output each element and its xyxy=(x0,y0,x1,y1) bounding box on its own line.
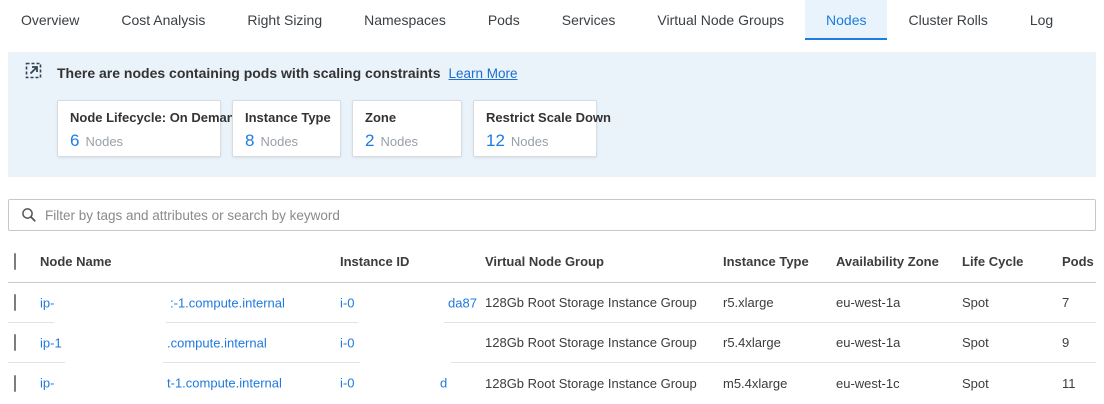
card-node-count: 2 xyxy=(365,131,374,151)
card-restrict-scale-down[interactable]: Restrict Scale Down 12 Nodes xyxy=(473,100,597,157)
nodes-table: Node Name Instance ID Virtual Node Group… xyxy=(8,240,1096,403)
virtual-node-group-cell: 128Gb Root Storage Instance Group xyxy=(485,376,723,391)
card-unit-label: Nodes xyxy=(85,134,123,149)
search-icon xyxy=(21,207,37,223)
redaction-box xyxy=(358,287,444,325)
life-cycle-cell: Spot xyxy=(962,335,1062,350)
column-header-pods: Pods xyxy=(1062,254,1096,269)
virtual-node-group-cell: 128Gb Root Storage Instance Group xyxy=(485,335,723,350)
tab-overview[interactable]: Overview xyxy=(0,0,100,40)
node-name-cell: ip- :-1.compute.internal xyxy=(40,283,340,322)
node-name-link[interactable]: .compute.internal xyxy=(167,335,267,350)
select-all-checkbox[interactable] xyxy=(14,253,16,270)
card-zone[interactable]: Zone 2 Nodes xyxy=(352,100,462,157)
card-title: Instance Type xyxy=(245,110,328,125)
tab-cost-analysis[interactable]: Cost Analysis xyxy=(100,0,226,40)
life-cycle-cell: Spot xyxy=(962,295,1062,310)
card-unit-label: Nodes xyxy=(511,134,549,149)
card-node-count: 6 xyxy=(70,131,79,151)
tab-virtual-node-groups[interactable]: Virtual Node Groups xyxy=(636,0,805,40)
availability-zone-cell: eu-west-1a xyxy=(836,295,962,310)
filter-search-bar xyxy=(8,199,1096,231)
instance-id-link[interactable]: d xyxy=(440,376,447,391)
life-cycle-cell: Spot xyxy=(962,376,1062,391)
learn-more-link[interactable]: Learn More xyxy=(449,66,518,81)
table-row: ip- t-1.compute.internal i-0 d 128Gb Roo… xyxy=(8,363,1096,403)
column-header-instance-id: Instance ID xyxy=(340,254,485,269)
tab-cluster-rolls[interactable]: Cluster Rolls xyxy=(887,0,1008,40)
node-name-link[interactable]: t-1.compute.internal xyxy=(167,376,282,391)
tab-nodes[interactable]: Nodes xyxy=(805,0,887,40)
virtual-node-group-cell: 128Gb Root Storage Instance Group xyxy=(485,295,723,310)
card-title: Restrict Scale Down xyxy=(486,110,584,125)
scaling-constraint-icon xyxy=(25,62,43,80)
node-name-link[interactable]: :-1.compute.internal xyxy=(170,295,285,310)
instance-id-cell: i-0 da87 xyxy=(340,283,485,322)
instance-id-link[interactable]: da87 xyxy=(448,295,477,310)
redaction-box xyxy=(54,287,166,325)
availability-zone-cell: eu-west-1a xyxy=(836,335,962,350)
card-unit-label: Nodes xyxy=(260,134,298,149)
constraint-summary-cards: Node Lifecycle: On Demand 6 Nodes Instan… xyxy=(57,100,608,157)
cluster-tab-bar: Overview Cost Analysis Right Sizing Name… xyxy=(0,0,1104,40)
node-name-link[interactable]: ip- xyxy=(40,295,54,310)
tab-services[interactable]: Services xyxy=(541,0,637,40)
tab-pods[interactable]: Pods xyxy=(467,0,541,40)
redaction-box xyxy=(360,327,451,365)
card-node-count: 12 xyxy=(486,131,505,151)
row-checkbox[interactable] xyxy=(14,334,16,351)
node-name-link[interactable]: ip-1 xyxy=(40,335,62,350)
column-header-instance-type: Instance Type xyxy=(723,254,836,269)
column-header-node-name: Node Name xyxy=(40,254,340,269)
pods-count-cell: 9 xyxy=(1062,335,1096,350)
node-name-link[interactable]: ip- xyxy=(40,376,54,391)
tab-log[interactable]: Log xyxy=(1009,0,1074,40)
table-row: ip- :-1.compute.internal i-0 da87 128Gb … xyxy=(8,283,1096,323)
row-checkbox[interactable] xyxy=(14,294,16,311)
column-header-life-cycle: Life Cycle xyxy=(962,254,1062,269)
card-node-lifecycle-on-demand[interactable]: Node Lifecycle: On Demand 6 Nodes xyxy=(57,100,221,157)
pods-count-cell: 7 xyxy=(1062,295,1096,310)
pods-count-cell: 11 xyxy=(1062,376,1096,391)
redaction-box xyxy=(449,367,477,404)
redaction-box xyxy=(54,367,163,404)
tab-namespaces[interactable]: Namespaces xyxy=(343,0,467,40)
row-checkbox[interactable] xyxy=(14,375,16,392)
instance-id-link[interactable]: i-0 xyxy=(340,376,354,391)
redaction-box xyxy=(65,327,163,365)
instance-id-link[interactable]: i-0 xyxy=(340,295,354,310)
card-instance-type[interactable]: Instance Type 8 Nodes xyxy=(232,100,341,157)
banner-message-text: There are nodes containing pods with sca… xyxy=(57,65,441,81)
node-name-cell: ip- t-1.compute.internal xyxy=(40,363,340,403)
instance-type-cell: r5.4xlarge xyxy=(723,335,836,350)
instance-id-link[interactable]: i-0 xyxy=(340,335,354,350)
column-header-virtual-node-group: Virtual Node Group xyxy=(485,254,723,269)
redaction-box xyxy=(358,367,436,404)
node-name-cell: ip-1 .compute.internal xyxy=(40,323,340,362)
scaling-constraints-banner: There are nodes containing pods with sca… xyxy=(8,52,1096,177)
instance-type-cell: m5.4xlarge xyxy=(723,376,836,391)
card-node-count: 8 xyxy=(245,131,254,151)
tab-right-sizing[interactable]: Right Sizing xyxy=(226,0,343,40)
instance-type-cell: r5.xlarge xyxy=(723,295,836,310)
search-input[interactable] xyxy=(45,208,1095,223)
card-title: Zone xyxy=(365,110,449,125)
table-header-row: Node Name Instance ID Virtual Node Group… xyxy=(8,240,1096,283)
table-row: ip-1 .compute.internal i-0 128Gb Root St… xyxy=(8,323,1096,363)
card-unit-label: Nodes xyxy=(380,134,418,149)
card-title: Node Lifecycle: On Demand xyxy=(70,110,208,125)
instance-id-cell: i-0 xyxy=(340,323,485,362)
instance-id-cell: i-0 d xyxy=(340,363,485,403)
banner-message: There are nodes containing pods with sca… xyxy=(57,65,518,81)
column-header-availability-zone: Availability Zone xyxy=(836,254,962,269)
availability-zone-cell: eu-west-1c xyxy=(836,376,962,391)
